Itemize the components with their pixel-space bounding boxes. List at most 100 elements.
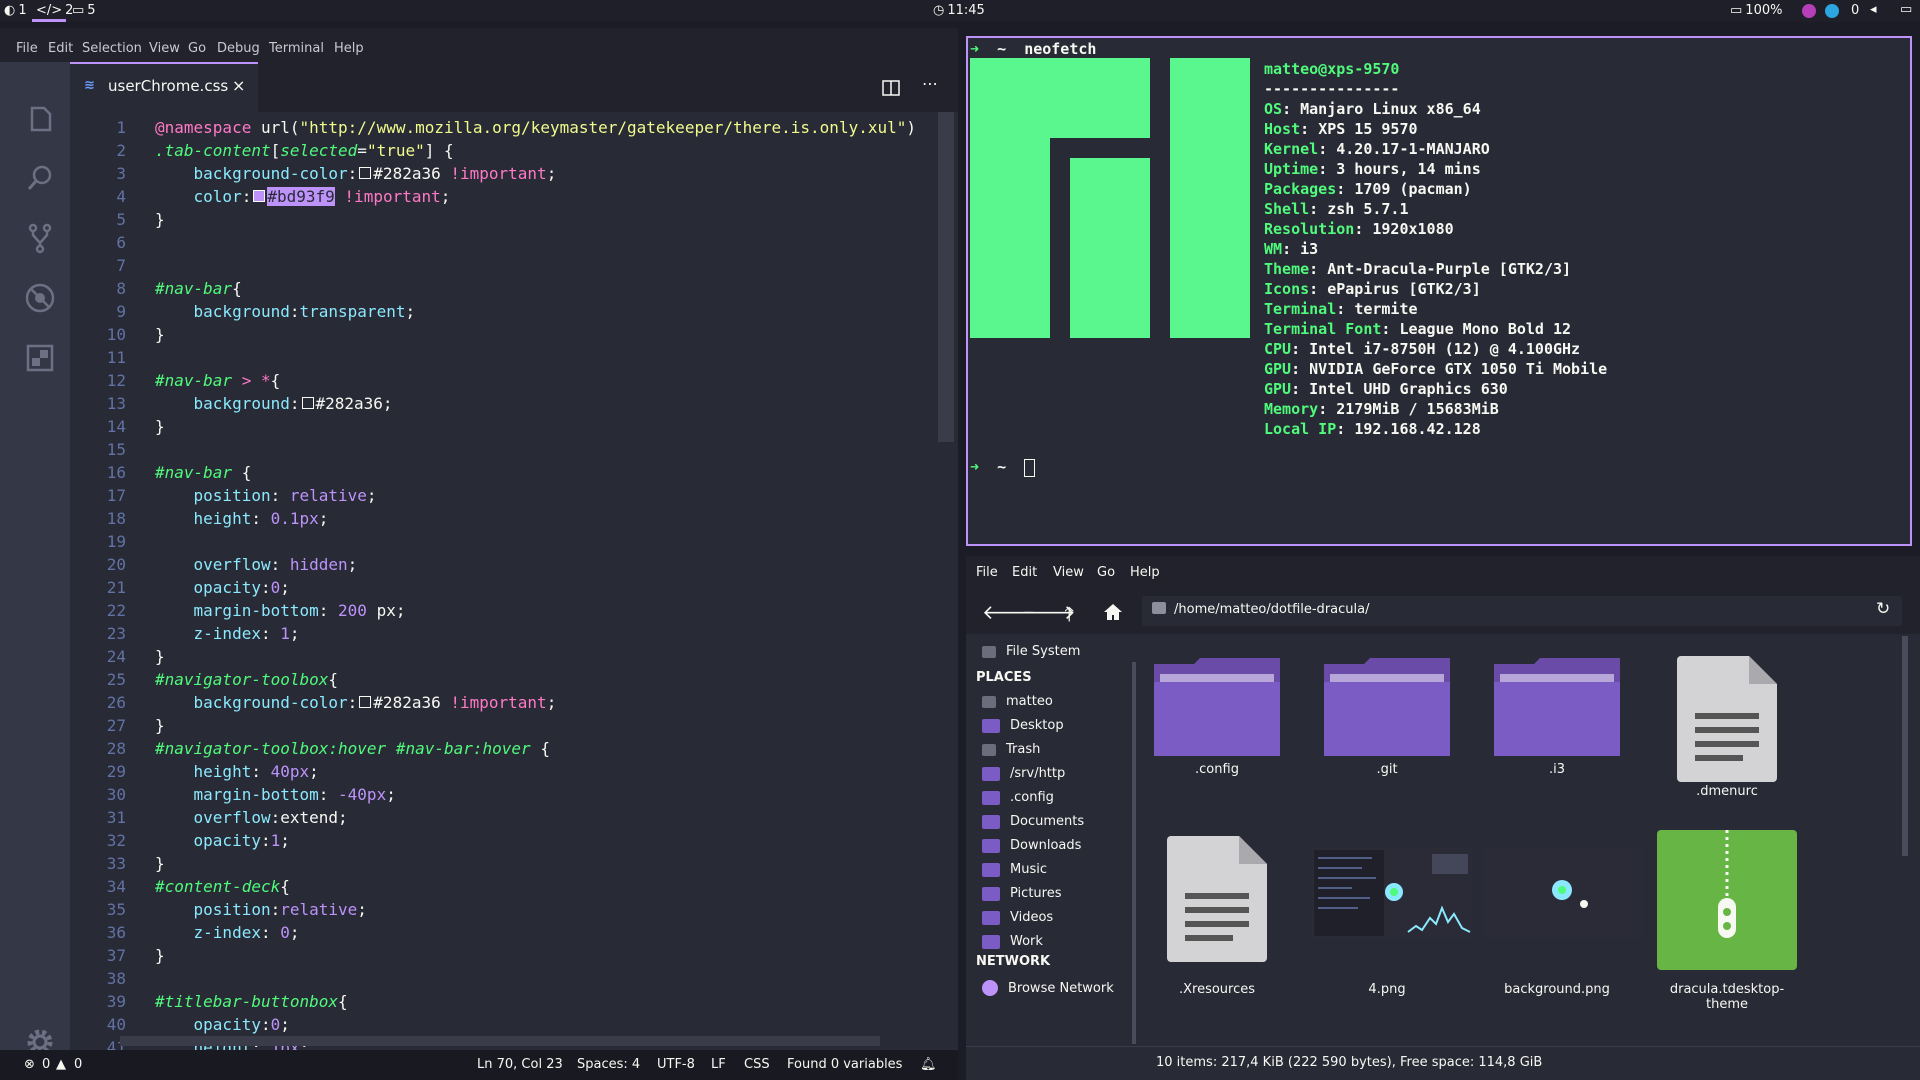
code-line[interactable]: background-color: #282a36 !important; (155, 164, 557, 183)
file-item-dracula-theme[interactable]: dracula.tdesktop-theme (1652, 828, 1802, 1012)
code-line[interactable]: color: #bd93f9 !important; (155, 187, 450, 206)
code-editor[interactable]: 1 @namespace url("http://www.mozilla.org/… (70, 112, 958, 1064)
fm-menu-help[interactable]: Help (1130, 565, 1160, 580)
menu-selection[interactable]: Selection (82, 41, 142, 56)
battery-indicator[interactable]: ▭ 100% (1730, 3, 1782, 18)
code-line[interactable]: overflow:extend; (155, 808, 348, 827)
horizontal-scrollbar[interactable] (120, 1036, 880, 1046)
code-line[interactable]: background:transparent; (155, 302, 416, 321)
code-line[interactable]: height: 0.1px; (155, 509, 329, 528)
sidebar-item-place[interactable]: Videos (982, 910, 1053, 925)
home-icon[interactable] (1103, 603, 1123, 621)
file-item-config[interactable]: .config (1142, 634, 1292, 784)
more-actions-icon[interactable]: ⋯ (922, 74, 938, 93)
workspace-5[interactable]: ▭ 5 (72, 3, 96, 18)
line-ending[interactable]: LF (711, 1057, 726, 1072)
display-icon[interactable]: ▭ (1900, 2, 1912, 17)
fm-menu-go[interactable]: Go (1097, 565, 1115, 580)
code-line[interactable]: } (155, 210, 165, 229)
menu-terminal[interactable]: Terminal (269, 41, 324, 56)
file-item-dmenurc[interactable]: .dmenurc (1652, 634, 1802, 799)
code-line[interactable]: position:relative; (155, 900, 367, 919)
code-line[interactable]: } (155, 854, 165, 873)
code-line[interactable]: opacity:0; (155, 1015, 290, 1034)
sidebar-item-place[interactable]: matteo (982, 694, 1053, 709)
code-line[interactable]: overflow: hidden; (155, 555, 358, 574)
split-editor-icon[interactable] (882, 80, 900, 96)
menu-help[interactable]: Help (334, 41, 364, 56)
telegram-icon[interactable] (1825, 4, 1839, 18)
variables-status[interactable]: Found 0 variables (787, 1057, 902, 1072)
code-line[interactable]: background: #282a36; (155, 394, 393, 413)
file-item-4-png[interactable]: 4.png (1312, 828, 1472, 998)
errors-icon[interactable]: ⊗ (24, 1057, 35, 1072)
bell-icon[interactable]: 🔔︎ (920, 1057, 937, 1072)
code-line[interactable]: @namespace url("http://www.mozilla.org/k… (155, 118, 916, 137)
sidebar-item-place[interactable]: Pictures (982, 886, 1061, 901)
code-line[interactable]: } (155, 716, 165, 735)
sidebar-item-place[interactable]: Work (982, 934, 1043, 949)
extensions-icon[interactable] (22, 340, 58, 376)
sidebar-item-place[interactable]: Documents (982, 814, 1084, 829)
code-line[interactable]: z-index: 1; (155, 624, 300, 643)
code-line[interactable]: #navigator-toolbox:hover #nav-bar:hover … (155, 739, 550, 758)
workspace-2[interactable]: </> 2 (36, 3, 73, 18)
code-line[interactable]: #nav-bar > *{ (155, 371, 280, 390)
search-icon[interactable] (22, 160, 58, 196)
encoding[interactable]: UTF-8 (657, 1057, 695, 1072)
path-bar[interactable]: /home/matteo/dotfile-dracula/ ↻ (1142, 596, 1902, 626)
code-line[interactable]: } (155, 325, 165, 344)
warning-count[interactable]: 0 (74, 1057, 82, 1072)
terminal-window[interactable]: ➜ ~ neofetch matteo@xps-9570 -----------… (966, 36, 1912, 546)
warnings-icon[interactable]: ▲ (56, 1057, 66, 1072)
code-line[interactable]: position: relative; (155, 486, 377, 505)
sidebar-item-place[interactable]: Music (982, 862, 1047, 877)
menu-go[interactable]: Go (188, 41, 206, 56)
refresh-icon[interactable]: ↻ (1876, 599, 1890, 619)
code-line[interactable]: opacity:0; (155, 578, 290, 597)
debug-icon[interactable] (22, 280, 58, 316)
indentation[interactable]: Spaces: 4 (577, 1057, 640, 1072)
code-line[interactable]: #nav-bar{ (155, 279, 242, 298)
source-control-icon[interactable] (22, 220, 58, 256)
cursor-position[interactable]: Ln 70, Col 23 (477, 1057, 563, 1072)
file-item-xresources[interactable]: .Xresources (1142, 828, 1292, 998)
tab-userchrome-css[interactable]: ≋ userChrome.css × (70, 62, 258, 112)
fm-menu-file[interactable]: File (976, 565, 998, 580)
code-line[interactable]: .tab-content[selected="true"] { (155, 141, 454, 160)
sidebar-item-place[interactable]: /srv/http (982, 766, 1065, 781)
code-line[interactable]: } (155, 647, 165, 666)
menu-file[interactable]: File (16, 41, 38, 56)
file-item-background-png[interactable]: background.png (1482, 828, 1642, 998)
file-item-i3[interactable]: .i3 (1482, 634, 1632, 784)
workspace-1[interactable]: ◐ 1 (4, 3, 27, 18)
menu-edit[interactable]: Edit (48, 41, 73, 56)
close-icon[interactable]: × (232, 76, 245, 95)
sidebar-scrollbar[interactable] (1132, 662, 1136, 1044)
fm-menu-edit[interactable]: Edit (1012, 565, 1037, 580)
code-line[interactable]: z-index: 0; (155, 923, 300, 942)
code-line[interactable]: #titlebar-buttonbox{ (155, 992, 348, 1011)
editor-scrollbar[interactable] (938, 112, 954, 442)
code-line[interactable]: margin-bottom: -40px; (155, 785, 396, 804)
sidebar-item-place[interactable]: Downloads (982, 838, 1081, 853)
menu-debug[interactable]: Debug (217, 41, 260, 56)
code-line[interactable]: margin-bottom: 200 px; (155, 601, 406, 620)
error-count[interactable]: 0 (42, 1057, 50, 1072)
code-line[interactable]: } (155, 946, 165, 965)
code-line[interactable]: background-color: #282a36 !important; (155, 693, 557, 712)
code-line[interactable]: #navigator-toolbox{ (155, 670, 338, 689)
file-item-git[interactable]: .git (1312, 634, 1462, 784)
explorer-icon[interactable] (22, 100, 58, 136)
up-arrow-icon[interactable]: 🡑 (1064, 600, 1074, 634)
code-line[interactable]: #content-deck{ (155, 877, 290, 896)
grid-scrollbar[interactable] (1902, 636, 1908, 856)
code-line[interactable]: #nav-bar { (155, 463, 251, 482)
code-line[interactable]: height: 40px; (155, 762, 319, 781)
sidebar-item-place[interactable]: Trash (982, 742, 1040, 757)
menu-view[interactable]: View (149, 41, 180, 56)
sidebar-item-place[interactable]: .config (982, 790, 1054, 805)
fm-menu-view[interactable]: View (1053, 565, 1084, 580)
code-line[interactable]: } (155, 417, 165, 436)
code-line[interactable]: opacity:1; (155, 831, 290, 850)
